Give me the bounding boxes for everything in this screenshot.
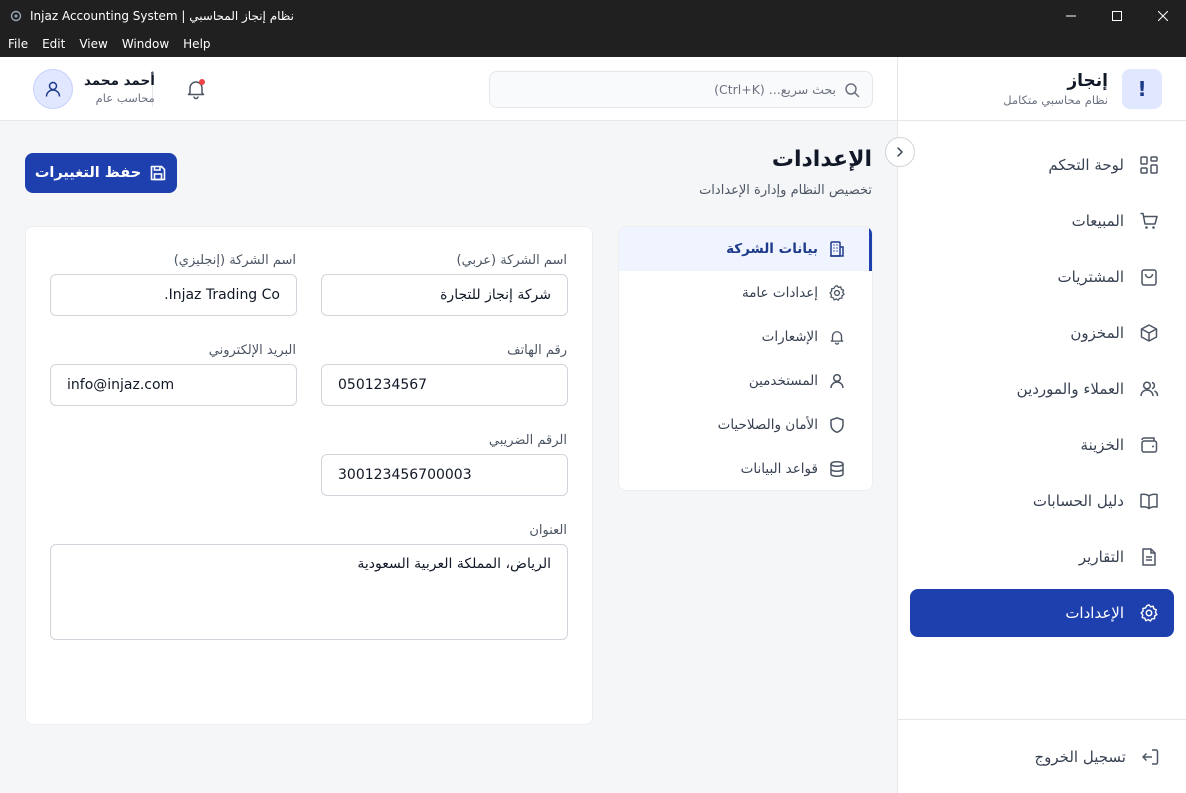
phone-label: رقم الهاتف bbox=[507, 343, 567, 358]
address-label: العنوان bbox=[529, 523, 567, 538]
tab-security[interactable]: الأمان والصلاحيات bbox=[619, 403, 872, 447]
brand-subtitle: نظام محاسبي متكامل bbox=[1003, 92, 1108, 107]
minimize-button[interactable] bbox=[1048, 0, 1094, 31]
bell-icon bbox=[828, 328, 846, 346]
tab-label: قواعد البيانات bbox=[740, 461, 818, 477]
logout-icon bbox=[1140, 747, 1160, 767]
tab-company-info[interactable]: بيانات الشركة bbox=[619, 227, 872, 271]
brand-logo: ! bbox=[1122, 68, 1162, 109]
sidebar-item-dashboard[interactable]: لوحة التحكم bbox=[910, 141, 1174, 189]
tax-number-field[interactable]: 300123456700003 bbox=[321, 454, 568, 496]
sidebar-item-label: التقارير bbox=[1078, 548, 1124, 566]
gear-icon bbox=[828, 284, 846, 302]
email-field[interactable]: info@injaz.com bbox=[50, 364, 297, 406]
tab-label: الأمان والصلاحيات bbox=[717, 417, 818, 433]
notification-dot bbox=[199, 79, 205, 85]
email-label: البريد الإلكتروني bbox=[208, 343, 296, 358]
tab-label: بيانات الشركة bbox=[726, 241, 818, 257]
brand: ! إنجاز نظام محاسبي متكامل bbox=[898, 57, 1186, 121]
dashboard-icon bbox=[1138, 154, 1160, 176]
menu-help[interactable]: Help bbox=[176, 37, 217, 51]
logout-button[interactable]: تسجيل الخروج bbox=[898, 719, 1186, 793]
top-header: بحث سريع... (Ctrl+K) أحمد محمد محاسب عام bbox=[0, 57, 897, 121]
search-placeholder: بحث سريع... (Ctrl+K) bbox=[714, 82, 836, 97]
window-title: Injaz Accounting System | نظام إنجاز الم… bbox=[30, 8, 294, 23]
address-field[interactable]: الرياض، المملكة العربية السعودية bbox=[50, 544, 568, 640]
company-name-en-field[interactable]: Injaz Trading Co. bbox=[50, 274, 297, 316]
menu-view[interactable]: View bbox=[72, 37, 114, 51]
chevron-right-icon bbox=[897, 147, 903, 157]
close-window-button[interactable] bbox=[1140, 0, 1186, 31]
company-name-en-label: اسم الشركة (إنجليزي) bbox=[173, 253, 296, 268]
building-icon bbox=[828, 240, 846, 258]
window-titlebar: Injaz Accounting System | نظام إنجاز الم… bbox=[0, 0, 1186, 31]
phone-field[interactable]: 0501234567 bbox=[321, 364, 568, 406]
sidebar-item-accounts[interactable]: دليل الحسابات bbox=[910, 477, 1174, 525]
tax-number-label: الرقم الضريبي bbox=[488, 433, 567, 448]
sidebar: ! إنجاز نظام محاسبي متكامل لوحة التحكم ا… bbox=[897, 57, 1186, 793]
sidebar-item-label: لوحة التحكم bbox=[1048, 156, 1124, 174]
sidebar-item-label: الإعدادات bbox=[1065, 604, 1124, 622]
wallet-icon bbox=[1138, 434, 1160, 456]
tab-label: المستخدمين bbox=[748, 373, 818, 389]
logout-label: تسجيل الخروج bbox=[1034, 747, 1126, 766]
menu-edit[interactable]: Edit bbox=[35, 37, 72, 51]
company-name-ar-field[interactable]: شركة إنجاز للتجارة bbox=[321, 274, 568, 316]
menu-bar: File Edit View Window Help bbox=[0, 31, 1186, 57]
sidebar-item-treasury[interactable]: الخزينة bbox=[910, 421, 1174, 469]
notifications-button[interactable] bbox=[184, 77, 208, 101]
file-text-icon bbox=[1138, 546, 1160, 568]
tab-general[interactable]: إعدادات عامة bbox=[619, 271, 872, 315]
sidebar-item-label: المشتريات bbox=[1057, 268, 1124, 286]
tab-label: الإشعارات bbox=[761, 329, 818, 345]
brand-name: إنجاز bbox=[1067, 70, 1108, 91]
sidebar-item-reports[interactable]: التقارير bbox=[910, 533, 1174, 581]
maximize-button[interactable] bbox=[1094, 0, 1140, 31]
users-icon bbox=[1138, 378, 1160, 400]
page-subtitle: تخصيص النظام وإدارة الإعدادات bbox=[699, 183, 872, 198]
menu-window[interactable]: Window bbox=[115, 37, 176, 51]
sidebar-item-purchases[interactable]: المشتريات bbox=[910, 253, 1174, 301]
sidebar-item-sales[interactable]: المبيعات bbox=[910, 197, 1174, 245]
company-name-ar-label: اسم الشركة (عربي) bbox=[456, 253, 567, 268]
sidebar-item-label: العملاء والموردين bbox=[1016, 380, 1124, 398]
sidebar-item-label: الخزينة bbox=[1080, 436, 1124, 454]
shield-icon bbox=[828, 416, 846, 434]
sidebar-item-settings[interactable]: الإعدادات bbox=[910, 589, 1174, 637]
settings-tabs: بيانات الشركة إعدادات عامة الإشعارات الم… bbox=[618, 226, 873, 491]
user-menu[interactable]: أحمد محمد محاسب عام bbox=[33, 69, 155, 109]
menu-file[interactable]: File bbox=[0, 37, 35, 51]
search-icon bbox=[844, 82, 860, 98]
sidebar-item-label: المبيعات bbox=[1071, 212, 1124, 230]
save-icon bbox=[149, 164, 167, 182]
tab-label: إعدادات عامة bbox=[741, 285, 818, 301]
gear-icon bbox=[1138, 602, 1160, 624]
company-info-form: اسم الشركة (عربي) شركة إنجاز للتجارة اسم… bbox=[25, 226, 593, 725]
shopping-bag-icon bbox=[1138, 266, 1160, 288]
save-button[interactable]: حفظ التغييرات bbox=[25, 153, 177, 193]
tab-database[interactable]: قواعد البيانات bbox=[619, 447, 872, 490]
sidebar-item-label: دليل الحسابات bbox=[1032, 492, 1124, 510]
database-icon bbox=[828, 460, 846, 478]
tab-notifications[interactable]: الإشعارات bbox=[619, 315, 872, 359]
sidebar-item-customers[interactable]: العملاء والموردين bbox=[910, 365, 1174, 413]
save-label: حفظ التغييرات bbox=[34, 165, 142, 181]
user-icon bbox=[45, 81, 61, 97]
user-role: محاسب عام bbox=[95, 91, 155, 105]
page-title: الإعدادات bbox=[771, 147, 872, 172]
app-icon bbox=[10, 10, 22, 21]
tab-users[interactable]: المستخدمين bbox=[619, 359, 872, 403]
user-name: أحمد محمد bbox=[84, 73, 155, 89]
box-icon bbox=[1138, 322, 1160, 344]
sidebar-item-label: المخزون bbox=[1070, 324, 1124, 342]
search-input[interactable]: بحث سريع... (Ctrl+K) bbox=[489, 71, 873, 108]
sidebar-item-inventory[interactable]: المخزون bbox=[910, 309, 1174, 357]
cart-icon bbox=[1138, 210, 1160, 232]
avatar bbox=[33, 69, 73, 109]
sidebar-nav: لوحة التحكم المبيعات المشتريات المخزون ا… bbox=[910, 141, 1174, 645]
book-icon bbox=[1138, 490, 1160, 512]
user-icon bbox=[828, 372, 846, 390]
sidebar-toggle-button[interactable] bbox=[885, 137, 915, 167]
